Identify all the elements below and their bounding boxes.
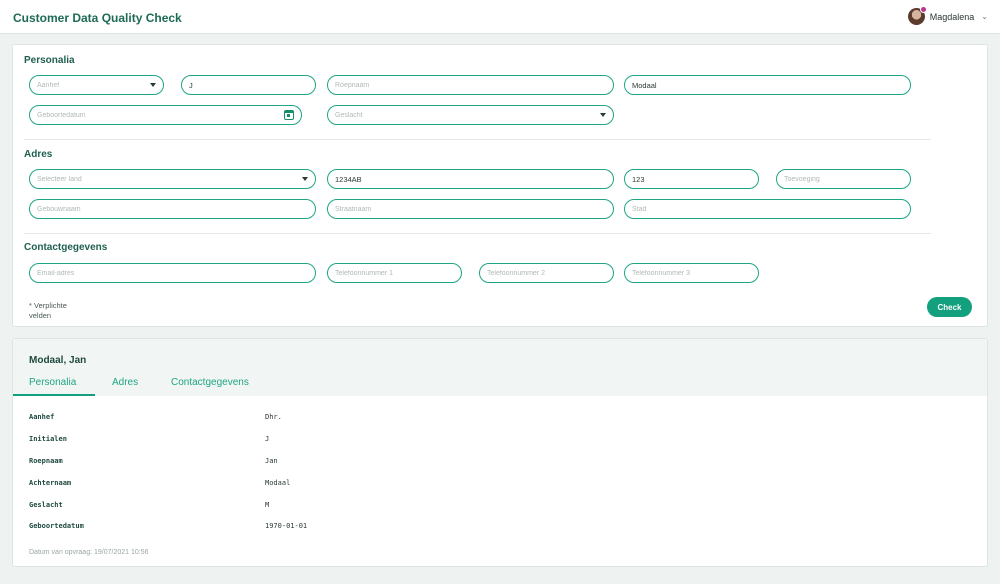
required-fields-note: * Verplichte velden	[29, 301, 67, 320]
stad-placeholder: Stad	[632, 205, 647, 213]
section-title-contact: Contactgegevens	[24, 242, 108, 253]
geboortedatum-placeholder: Geboortedatum	[37, 111, 86, 119]
caret-down-icon	[600, 113, 606, 117]
caret-down-icon	[302, 177, 308, 181]
customer-form-card: Personalia Aanhef J Roepnaam Modaal Gebo…	[12, 44, 988, 327]
tab-contactgegevens[interactable]: Contactgegevens	[171, 377, 249, 388]
telefoon-1-placeholder: Telefoonnummer 1	[335, 269, 393, 277]
tab-adres[interactable]: Adres	[112, 377, 138, 388]
query-date-note: Datum van opvraag: 19/07/2021 10:56	[29, 549, 149, 556]
achternaam-field[interactable]: Modaal	[624, 75, 911, 95]
postcode-field[interactable]: 1234AB	[327, 169, 614, 189]
telefoon-3-field[interactable]: Telefoonnummer 3	[624, 263, 759, 283]
check-button[interactable]: Check	[927, 297, 972, 317]
geslacht-placeholder: Geslacht	[335, 111, 363, 119]
section-title-adres: Adres	[24, 149, 53, 160]
huisnummer-field[interactable]: 123	[624, 169, 759, 189]
huisnummer-value: 123	[632, 174, 645, 184]
user-menu[interactable]: Magdalena ⌄	[907, 6, 988, 25]
row-value-roepnaam: Jan	[265, 457, 278, 465]
land-placeholder: Selecteer land	[37, 175, 82, 183]
postcode-value: 1234AB	[335, 174, 362, 184]
row-value-geboortedatum: 1970-01-01	[265, 522, 308, 530]
result-card: Modaal, Jan Personalia Adres Contactgege…	[12, 338, 988, 567]
initialen-value: J	[189, 80, 193, 90]
row-value-initialen: J	[265, 435, 270, 443]
row-value-aanhef: Dhr.	[265, 413, 282, 421]
row-value-geslacht: M	[265, 501, 270, 509]
result-header: Modaal, Jan Personalia Adres Contactgege…	[13, 339, 987, 396]
divider	[24, 139, 931, 140]
aanhef-select[interactable]: Aanhef	[29, 75, 164, 95]
geboortedatum-field[interactable]: Geboortedatum	[29, 105, 302, 125]
email-placeholder: Email-adres	[37, 269, 75, 277]
gebouwnaam-placeholder: Gebouwnaam	[37, 205, 81, 213]
row-value-achternaam: Modaal	[265, 479, 291, 487]
row-label-geslacht: Geslacht	[29, 501, 63, 509]
top-bar: Customer Data Quality Check Magdalena ⌄	[0, 0, 1000, 34]
row-label-aanhef: Aanhef	[29, 413, 55, 421]
status-dot-icon	[919, 6, 927, 13]
aanhef-placeholder: Aanhef	[37, 81, 60, 89]
calendar-icon[interactable]	[284, 110, 294, 120]
row-label-geboortedatum: Geboortedatum	[29, 522, 84, 530]
row-label-roepnaam: Roepnaam	[29, 457, 63, 465]
stad-field[interactable]: Stad	[624, 199, 911, 219]
chevron-down-icon: ⌄	[981, 12, 988, 21]
telefoon-3-placeholder: Telefoonnummer 3	[632, 269, 690, 277]
section-title-personalia: Personalia	[24, 55, 75, 66]
roepnaam-placeholder: Roepnaam	[335, 81, 370, 89]
user-name: Magdalena	[929, 11, 975, 22]
tab-personalia[interactable]: Personalia	[29, 377, 76, 388]
achternaam-value: Modaal	[632, 80, 657, 90]
active-tab-indicator	[13, 394, 95, 396]
telefoon-1-field[interactable]: Telefoonnummer 1	[327, 263, 462, 283]
land-select[interactable]: Selecteer land	[29, 169, 316, 189]
caret-down-icon	[150, 83, 156, 87]
customer-name: Modaal, Jan	[29, 355, 87, 366]
divider	[24, 233, 931, 234]
roepnaam-field[interactable]: Roepnaam	[327, 75, 614, 95]
telefoon-2-field[interactable]: Telefoonnummer 2	[479, 263, 614, 283]
geslacht-select[interactable]: Geslacht	[327, 105, 614, 125]
email-field[interactable]: Email-adres	[29, 263, 316, 283]
telefoon-2-placeholder: Telefoonnummer 2	[487, 269, 545, 277]
initialen-field[interactable]: J	[181, 75, 316, 95]
straatnaam-field[interactable]: Straatnaam	[327, 199, 614, 219]
gebouwnaam-field[interactable]: Gebouwnaam	[29, 199, 316, 219]
user-avatar	[907, 6, 927, 25]
app-title: Customer Data Quality Check	[13, 11, 182, 25]
row-label-achternaam: Achternaam	[29, 479, 72, 487]
toevoeging-field[interactable]: Toevoeging	[776, 169, 911, 189]
toevoeging-placeholder: Toevoeging	[784, 175, 820, 183]
straatnaam-placeholder: Straatnaam	[335, 205, 372, 213]
row-label-initialen: Initialen	[29, 435, 67, 443]
